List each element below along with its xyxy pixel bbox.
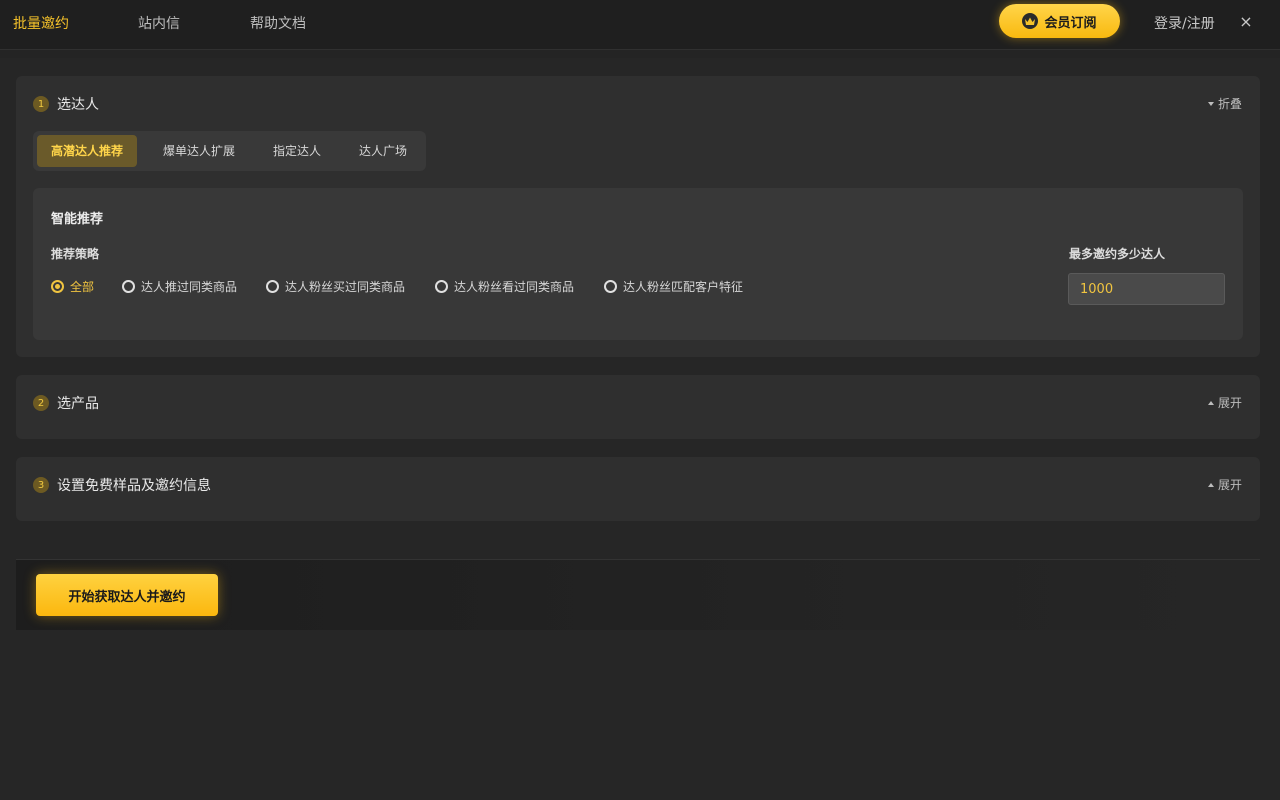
- action-bar: 开始获取达人并邀约: [16, 559, 1260, 630]
- expand-label: 展开: [1217, 478, 1242, 492]
- influencer-source-tabs: 高潜达人推荐 爆单达人扩展 指定达人 达人广场: [33, 131, 426, 171]
- collapse-toggle[interactable]: 折叠: [1207, 95, 1242, 112]
- caret-down-icon: [1207, 101, 1214, 106]
- radio-icon: [604, 280, 617, 293]
- strategy-option-fans-viewed[interactable]: 达人粉丝看过同类商品: [435, 278, 574, 295]
- section-title: 设置免费样品及邀约信息: [57, 478, 211, 494]
- max-invite-input[interactable]: [1068, 273, 1225, 305]
- option-label: 达人粉丝看过同类商品: [454, 280, 575, 294]
- section-select-influencers: 1 选达人 折叠 高潜达人推荐 爆单达人扩展 指定达人 达人广场 智能推荐 推荐…: [16, 76, 1260, 357]
- tab-specified[interactable]: 指定达人: [261, 135, 333, 167]
- option-label: 全部: [70, 280, 95, 294]
- radio-checked-icon: [51, 280, 64, 293]
- caret-up-icon: [1207, 482, 1214, 487]
- step-number-badge: 1: [33, 96, 49, 112]
- section-select-products: 2 选产品 展开: [16, 375, 1260, 439]
- step-number-badge: 2: [33, 395, 49, 411]
- strategy-option-fans-match[interactable]: 达人粉丝匹配客户特征: [604, 278, 743, 295]
- smart-recommend-panel: 智能推荐 推荐策略 全部 达人推过同类商品 达人粉丝买过同类商品 达人粉丝看过同…: [33, 188, 1243, 340]
- expand-toggle[interactable]: 展开: [1207, 394, 1242, 411]
- start-invite-button[interactable]: 开始获取达人并邀约: [36, 574, 218, 616]
- nav-batch-invite[interactable]: 批量邀约: [13, 13, 69, 33]
- collapse-label: 折叠: [1217, 97, 1242, 111]
- nav-help-docs[interactable]: 帮助文档: [250, 13, 306, 33]
- section-title: 选产品: [57, 396, 99, 412]
- vip-subscribe-label: 会员订阅: [1044, 15, 1097, 31]
- strategy-label: 推荐策略: [51, 247, 100, 261]
- vip-subscribe-button[interactable]: 会员订阅: [999, 4, 1120, 38]
- section-header: 3 设置免费样品及邀约信息: [33, 476, 211, 494]
- option-label: 达人推过同类商品: [141, 280, 238, 294]
- expand-label: 展开: [1217, 396, 1242, 410]
- section-sample-invite-settings: 3 设置免费样品及邀约信息 展开: [16, 457, 1260, 521]
- caret-up-icon: [1207, 400, 1214, 405]
- tab-high-potential[interactable]: 高潜达人推荐: [37, 135, 137, 167]
- panel-title: 智能推荐: [51, 212, 104, 227]
- radio-icon: [435, 280, 448, 293]
- strategy-option-all[interactable]: 全部: [51, 278, 94, 295]
- tab-hot-expand[interactable]: 爆单达人扩展: [151, 135, 247, 167]
- section-header: 1 选达人: [33, 95, 99, 113]
- strategy-option-fans-bought[interactable]: 达人粉丝买过同类商品: [266, 278, 405, 295]
- login-register-link[interactable]: 登录/注册: [1154, 13, 1215, 33]
- option-label: 达人粉丝买过同类商品: [285, 280, 406, 294]
- radio-icon: [266, 280, 279, 293]
- expand-toggle[interactable]: 展开: [1207, 476, 1242, 493]
- radio-icon: [122, 280, 135, 293]
- crown-icon: [1022, 13, 1039, 29]
- close-icon[interactable]: ×: [1238, 12, 1254, 32]
- option-label: 达人粉丝匹配客户特征: [623, 280, 744, 294]
- strategy-option-promoted-similar[interactable]: 达人推过同类商品: [122, 278, 237, 295]
- step-number-badge: 3: [33, 477, 49, 493]
- nav-messages[interactable]: 站内信: [138, 13, 180, 33]
- tab-plaza[interactable]: 达人广场: [347, 135, 419, 167]
- top-bar: 批量邀约 站内信 帮助文档 会员订阅 登录/注册 ×: [0, 0, 1280, 50]
- section-title: 选达人: [57, 97, 99, 113]
- max-invite-label: 最多邀约多少达人: [1069, 247, 1166, 261]
- section-header: 2 选产品: [33, 394, 99, 412]
